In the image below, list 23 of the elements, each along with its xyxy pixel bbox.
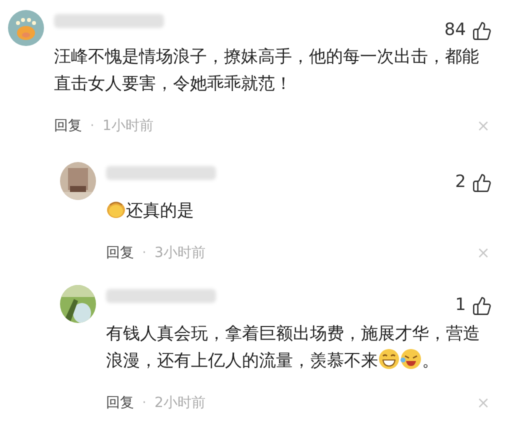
separator: · [90, 116, 94, 136]
time-text: 2小时前 [154, 394, 206, 412]
reply-link[interactable]: 回复 [106, 242, 134, 264]
comment-text: 有钱人真会玩，拿着巨额出场费，施展才华，营造浪漫，还有上亿人的流量，羡慕不来 。 [106, 323, 481, 373]
separator: · [142, 244, 146, 262]
laughing-emoji-icon [400, 348, 422, 370]
grin-emoji-icon [378, 348, 400, 370]
time-text: 1小时前 [102, 116, 154, 136]
like-count: 1 [455, 294, 466, 318]
comment-text: 还真的是 [106, 198, 492, 225]
like-count: 2 [455, 171, 466, 194]
reply-link[interactable]: 回复 [54, 116, 82, 136]
separator: · [142, 394, 146, 412]
thumbs-up-icon[interactable] [472, 296, 492, 316]
emoji-icon [106, 199, 126, 219]
reply-link[interactable]: 回复 [106, 392, 134, 414]
avatar[interactable] [60, 162, 96, 200]
like-count: 84 [444, 19, 466, 42]
thumbs-up-icon[interactable] [472, 173, 492, 193]
comment-text: 汪峰不愧是情场浪子，撩妹高手，他的每一次出击，都能直击女人要害，令她乖乖就范！ [54, 46, 480, 96]
time-text: 3小时前 [154, 244, 206, 262]
avatar[interactable] [60, 285, 96, 323]
thumbs-up-icon[interactable] [472, 21, 492, 41]
